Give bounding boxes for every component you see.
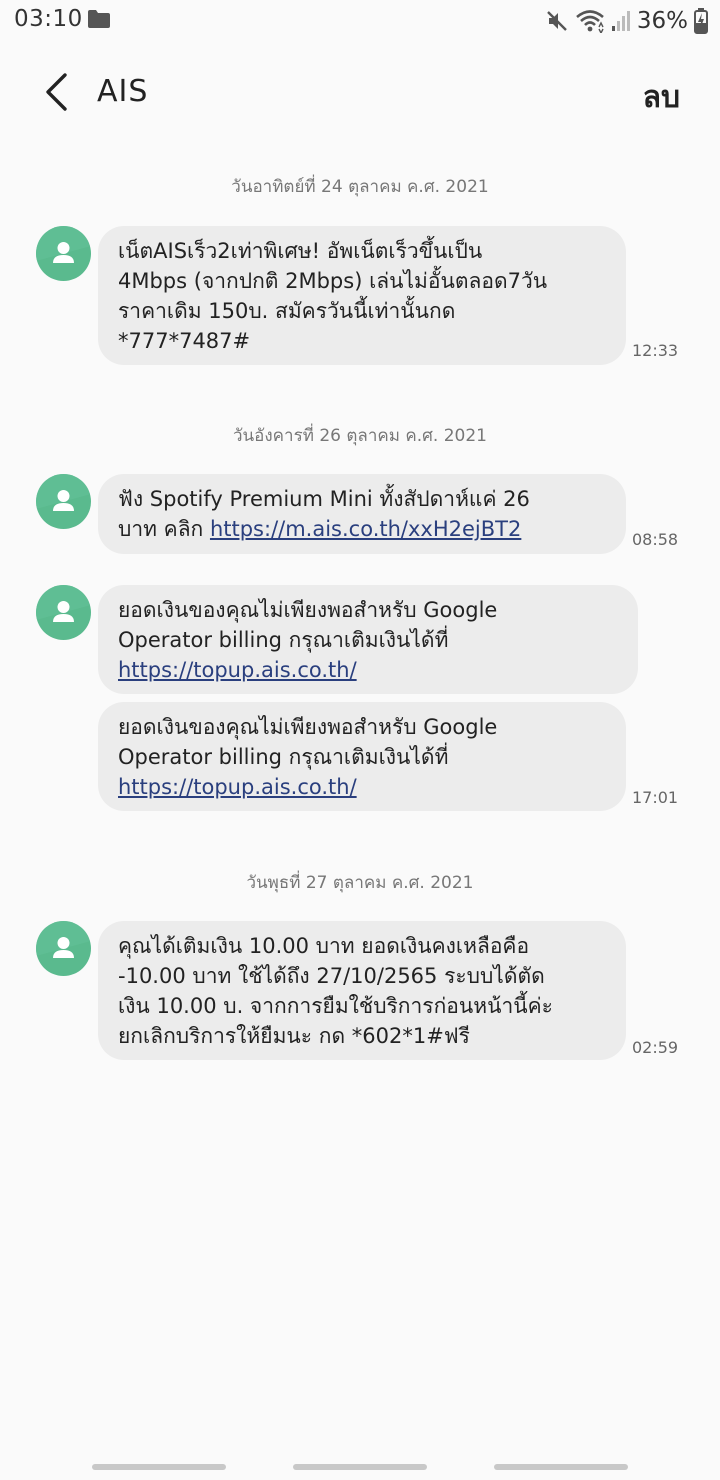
status-time: 03:10 — [14, 6, 83, 32]
person-icon — [36, 474, 91, 511]
person-icon — [36, 585, 91, 622]
date-separator: วันอาทิตย์ที่ 24 ตุลาคม ค.ศ. 2021 — [231, 177, 489, 197]
nav-recents-button[interactable] — [92, 1464, 226, 1470]
conversation-header: AIS ลบ — [0, 56, 720, 132]
message-time: 17:01 — [632, 788, 679, 807]
message-text: ยอดเงินของคุณไม่เพียงพอสำหรับ Google Ope… — [118, 715, 498, 769]
conversation-title: AIS — [97, 74, 149, 109]
battery-charging-icon — [694, 8, 708, 34]
message-bubble[interactable]: ยอดเงินของคุณไม่เพียงพอสำหรับ Google Ope… — [98, 585, 638, 694]
folder-icon — [88, 10, 110, 28]
avatar[interactable] — [36, 921, 91, 976]
message-time: 02:59 — [632, 1038, 679, 1057]
message-bubble[interactable]: คุณได้เติมเงิน 10.00 บาท ยอดเงินคงเหลือค… — [98, 921, 626, 1060]
status-bar: 03:10 36% — [0, 0, 720, 44]
message-text: ยอดเงินของคุณไม่เพียงพอสำหรับ Google Ope… — [118, 598, 498, 652]
message-link[interactable]: https://m.ais.co.th/xxH2ejBT2 — [210, 517, 521, 541]
person-icon — [36, 921, 91, 958]
delete-button[interactable]: ลบ — [643, 74, 680, 121]
back-arrow-icon[interactable] — [36, 70, 80, 114]
message-text: คุณได้เติมเงิน 10.00 บาท ยอดเงินคงเหลือค… — [118, 934, 553, 1048]
person-icon — [36, 226, 91, 263]
nav-back-button[interactable] — [494, 1464, 628, 1470]
avatar[interactable] — [36, 474, 91, 529]
status-icons: 36% — [545, 6, 708, 36]
battery-percent: 36% — [636, 8, 688, 34]
message-link[interactable]: https://topup.ais.co.th/ — [118, 775, 357, 799]
message-text: เน็ตAISเร็ว2เท่าพิเศษ! อัพเน็ตเร็วขึ้นเป… — [118, 239, 548, 353]
signal-icon — [611, 11, 630, 31]
message-bubble[interactable]: ยอดเงินของคุณไม่เพียงพอสำหรับ Google Ope… — [98, 702, 626, 811]
message-bubble[interactable]: เน็ตAISเร็ว2เท่าพิเศษ! อัพเน็ตเร็วขึ้นเป… — [98, 226, 626, 365]
mute-icon — [547, 11, 567, 31]
date-separator: วันอังคารที่ 26 ตุลาคม ค.ศ. 2021 — [233, 426, 487, 446]
nav-home-button[interactable] — [293, 1464, 427, 1470]
wifi-icon — [576, 10, 604, 33]
message-time: 12:33 — [632, 341, 679, 360]
date-separator: วันพุธที่ 27 ตุลาคม ค.ศ. 2021 — [246, 873, 474, 893]
message-time: 08:58 — [632, 530, 679, 549]
avatar[interactable] — [36, 226, 91, 281]
message-link[interactable]: https://topup.ais.co.th/ — [118, 658, 357, 682]
avatar[interactable] — [36, 585, 91, 640]
message-bubble[interactable]: ฟัง Spotify Premium Mini ทั้งสัปดาห์แค่ … — [98, 474, 626, 554]
